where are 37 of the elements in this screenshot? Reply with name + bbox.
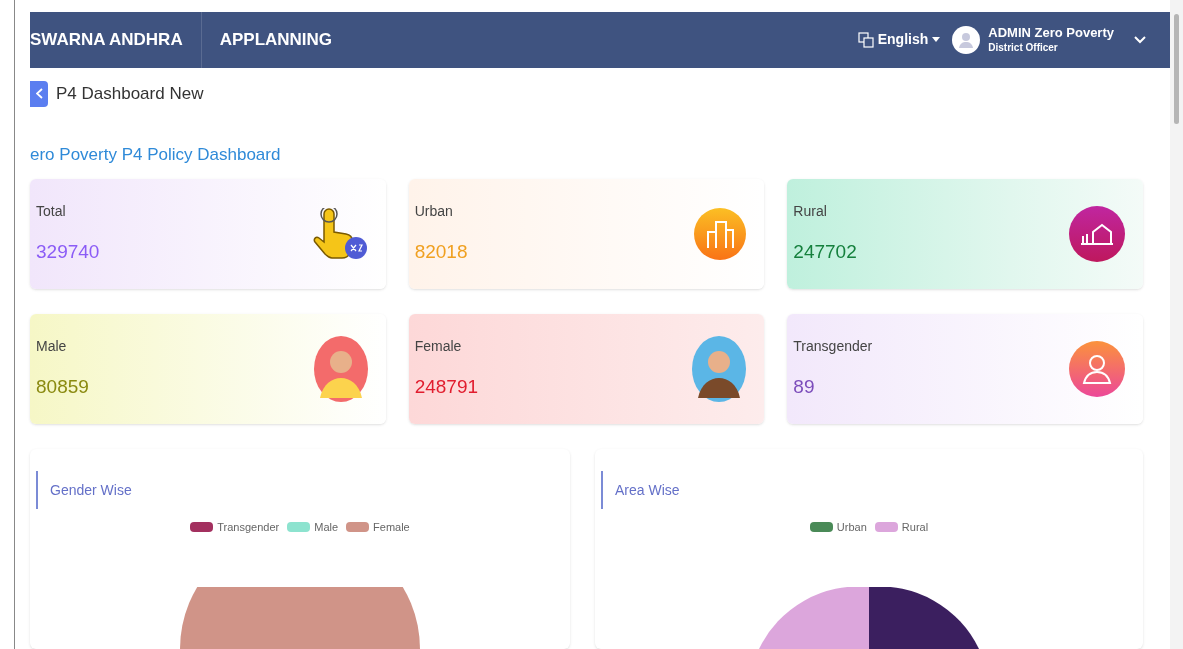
stat-value: 80859 bbox=[36, 375, 89, 400]
nav-link[interactable]: APPLANNING bbox=[201, 27, 333, 53]
legend-label: Urban bbox=[836, 520, 867, 535]
person-avatar-icon bbox=[692, 336, 747, 402]
stat-value: 82018 bbox=[414, 240, 468, 265]
stat-label: Male bbox=[36, 337, 68, 357]
translate-icon bbox=[857, 31, 874, 48]
stat-value: 329740 bbox=[36, 240, 100, 265]
language-dropdown[interactable]: English bbox=[857, 29, 941, 51]
chevron-left-icon bbox=[35, 88, 43, 100]
legend-label: Rural bbox=[901, 520, 929, 535]
stat-label: Total bbox=[36, 202, 67, 222]
legend-label: Transgender bbox=[217, 520, 280, 535]
user-role: District Officer bbox=[988, 41, 1059, 55]
user-avatar-icon bbox=[952, 25, 981, 54]
stat-label: Female bbox=[414, 337, 463, 357]
legend-label: Female bbox=[373, 520, 410, 535]
chart-title: Area Wise bbox=[615, 480, 680, 500]
back-button[interactable] bbox=[30, 80, 48, 107]
stat-label: Rural bbox=[793, 202, 828, 222]
chart-title: Gender Wise bbox=[50, 480, 132, 500]
page-title: P4 Dashboard New bbox=[56, 82, 204, 105]
dashboard-title: ero Poverty P4 Policy Dashboard bbox=[30, 143, 282, 166]
house-icon bbox=[1069, 206, 1125, 262]
stat-value: 247702 bbox=[793, 240, 857, 265]
person-avatar-icon bbox=[313, 336, 368, 402]
person-icon bbox=[1069, 341, 1125, 397]
stat-value: 248791 bbox=[414, 375, 479, 400]
stat-label: Transgender bbox=[793, 337, 873, 357]
caret-icon bbox=[932, 37, 941, 43]
buildings-icon bbox=[694, 208, 747, 260]
chevron-down-icon[interactable] bbox=[1134, 35, 1146, 44]
legend-label: Male bbox=[314, 520, 339, 535]
user-name: ADMIN Zero Poverty bbox=[988, 25, 1114, 42]
nav-link[interactable]: SWARNA ANDHRA bbox=[30, 12, 202, 68]
stat-label: Urban bbox=[414, 202, 454, 222]
stat-value: 89 bbox=[793, 375, 816, 400]
